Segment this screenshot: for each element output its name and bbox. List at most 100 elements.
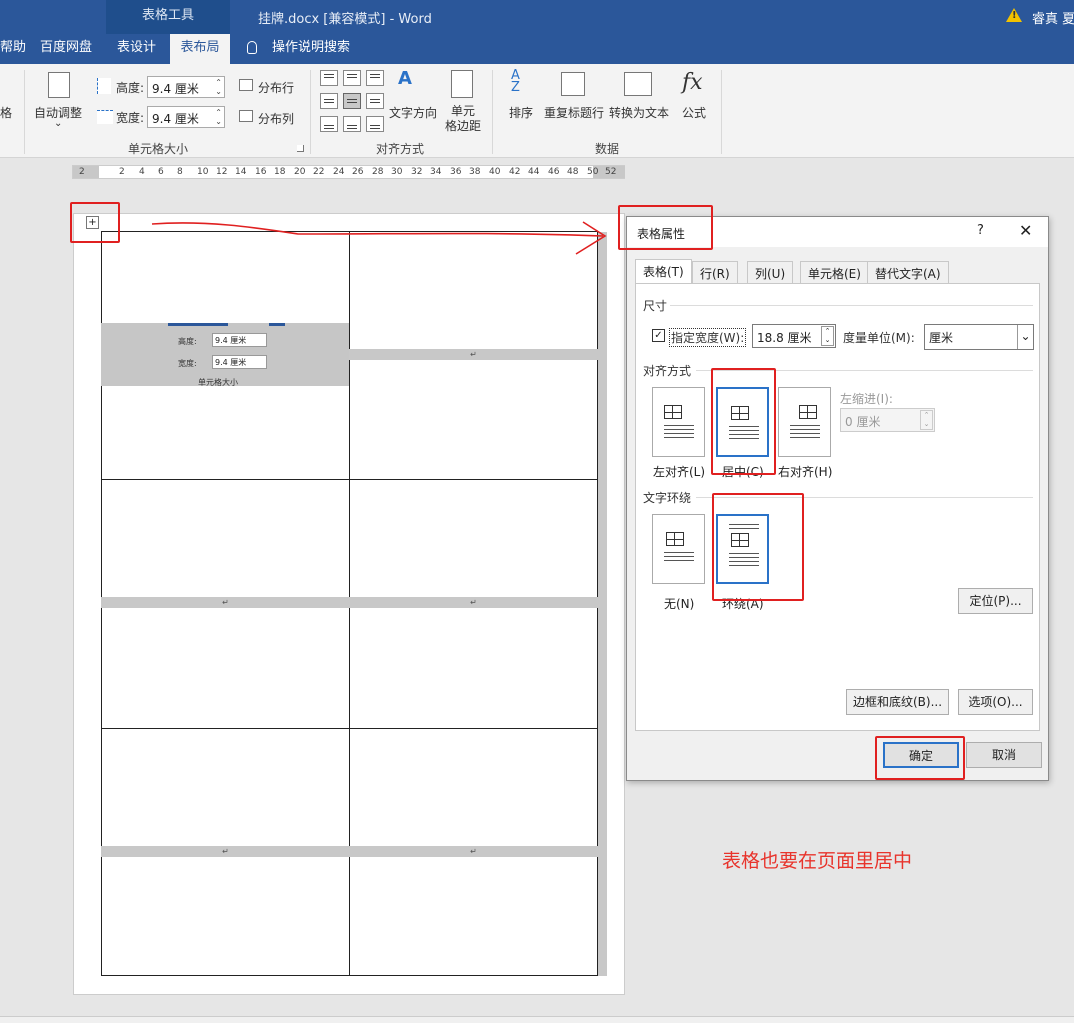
data-group-label: 数据 [595, 142, 620, 156]
tab-column[interactable]: 列(U) [747, 261, 794, 283]
tab-row[interactable]: 行(R) [692, 261, 738, 283]
ruler-tick-label: 22 [313, 167, 325, 177]
text-direction-button[interactable]: 文字方向 [389, 104, 437, 121]
measure-in-label: 度量单位(M): [843, 331, 915, 345]
tell-me-search[interactable]: 操作说明搜索 [268, 34, 354, 64]
highlight-ok-button [875, 736, 965, 780]
ribbon-tabs: 帮助 百度网盘 表设计 表布局 操作说明搜索 [0, 34, 1074, 64]
sort-button[interactable]: 排序 [509, 104, 533, 121]
tab-cell[interactable]: 单元格(E) [800, 261, 869, 283]
align-center-right-button[interactable] [366, 93, 384, 109]
table-properties-dialog: 表格属性 ? ✕ 表格(T) 行(R) 列(U) 单元格(E) 替代文字(A) … [626, 216, 1049, 781]
ribbon-separator [24, 70, 25, 154]
column-width-icon [97, 110, 113, 124]
repeat-header-rows-button[interactable]: 重复标题行 [544, 104, 604, 121]
align-bottom-right-button[interactable] [366, 116, 384, 132]
annotation-text: 表格也要在页面里居中 [722, 850, 913, 872]
table-tools-label: 表格工具 [106, 0, 230, 34]
options-button[interactable]: 选项(O)... [958, 689, 1033, 715]
alignment-section-heading: 对齐方式 [643, 364, 692, 378]
warning-icon[interactable]: ! [1006, 8, 1022, 22]
ruler-tick-label: 40 [489, 167, 501, 177]
tab-baidu-netdisk[interactable]: 百度网盘 [36, 34, 96, 64]
measure-in-select[interactable]: 厘米 ⌄ [924, 324, 1034, 350]
user-name[interactable]: 睿真 夏 [1032, 8, 1074, 27]
distribute-columns-icon [239, 110, 253, 122]
ribbon: 格 自动调整 ⌄ 高度: 9.4 厘米 ⌃ ⌄ 宽度: 9.4 厘米 ⌃ ⌄ 分… [0, 64, 1074, 158]
paragraph-mark: ↵ [101, 846, 350, 857]
preferred-width-spinner[interactable]: ⌃ ⌄ [821, 326, 834, 346]
align-right-label: 右对齐(H) [778, 465, 833, 479]
align-top-right-button[interactable] [366, 70, 384, 86]
ruler-tick-label: 32 [411, 167, 423, 177]
alignment-group-label: 对齐方式 [376, 142, 425, 156]
positioning-button[interactable]: 定位(P)... [958, 588, 1033, 614]
ruler-tick-label: 2 [79, 167, 85, 177]
ruler-tick-label: 16 [255, 167, 267, 177]
align-bottom-left-button[interactable] [320, 116, 338, 132]
ruler-tick-label: 30 [391, 167, 403, 177]
title-bar: 表格工具 挂牌.docx [兼容模式] - Word ! 睿真 夏 [0, 0, 1074, 34]
tab-table-layout[interactable]: 表布局 [170, 34, 230, 64]
size-section-heading: 尺寸 [643, 299, 668, 313]
ruler-tick-label: 18 [274, 167, 286, 177]
align-center-button[interactable] [343, 93, 361, 109]
annotation-arrow [151, 221, 607, 255]
dialog-launcher-icon[interactable] [297, 145, 304, 152]
preferred-width-checkbox[interactable]: ✓ [652, 329, 665, 342]
height-spinner[interactable]: 9.4 厘米 ⌃ ⌄ [147, 76, 225, 98]
document-title: 挂牌.docx [兼容模式] - Word [258, 12, 432, 27]
indent-label: 左缩进(I): [840, 392, 893, 406]
ruler-tick-label: 12 [216, 167, 228, 177]
cut-off-label[interactable]: 格 [0, 104, 12, 121]
formula-icon: fx [682, 70, 703, 95]
ruler-tick-label: 34 [430, 167, 442, 177]
close-button[interactable]: ✕ [1019, 221, 1032, 240]
align-bottom-center-button[interactable] [343, 116, 361, 132]
align-center-left-button[interactable] [320, 93, 338, 109]
paragraph-mark: ↵ [349, 349, 598, 360]
repeat-header-rows-icon [561, 72, 585, 96]
tab-alt-text[interactable]: 替代文字(A) [867, 261, 949, 283]
align-top-center-button[interactable] [343, 70, 361, 86]
ruler-tick-label: 6 [158, 167, 164, 177]
align-top-left-button[interactable] [320, 70, 338, 86]
ribbon-separator [721, 70, 722, 154]
distribute-columns-button[interactable]: 分布列 [258, 110, 294, 127]
width-spinner[interactable]: 9.4 厘米 ⌃ ⌄ [147, 106, 225, 128]
wrap-none-label: 无(N) [664, 597, 695, 611]
ruler-tick-label: 10 [197, 167, 209, 177]
align-left-tile[interactable] [652, 387, 705, 457]
convert-to-text-button[interactable]: 转换为文本 [609, 104, 669, 121]
sort-icon: AZ [511, 68, 520, 95]
status-strip [0, 1016, 1074, 1023]
spinner-arrows[interactable]: ⌃ ⌄ [215, 108, 222, 126]
tab-table-design[interactable]: 表设计 [113, 34, 160, 64]
tab-help[interactable]: 帮助 [0, 34, 30, 64]
distribute-rows-button[interactable]: 分布行 [258, 79, 294, 96]
tab-table[interactable]: 表格(T) [635, 259, 692, 283]
spinner-arrows[interactable]: ⌃ ⌄ [215, 78, 222, 96]
chevron-down-icon[interactable]: ⌄ [1017, 325, 1033, 349]
right-margin-strip [598, 232, 607, 976]
lightbulb-icon [247, 41, 257, 54]
formula-button[interactable]: 公式 [682, 104, 706, 121]
ruler-tick-label: 14 [235, 167, 247, 177]
highlight-wrap-around [712, 493, 804, 601]
preferred-width-label: 指定宽度(W): [669, 328, 747, 347]
indent-spinner: ⌃ ⌄ [920, 410, 933, 430]
wrap-none-tile[interactable] [652, 514, 705, 584]
cancel-button[interactable]: 取消 [966, 742, 1042, 768]
distribute-rows-icon [239, 79, 253, 91]
preferred-width-input[interactable]: 18.8 厘米 ⌃ ⌄ [752, 324, 836, 348]
cell-margins-button[interactable]: 单元 格边距 [445, 104, 481, 134]
borders-shading-button[interactable]: 边框和底纹(B)... [846, 689, 949, 715]
ruler-tick-label: 48 [567, 167, 579, 177]
autofit-icon [48, 72, 70, 98]
paragraph-mark: ↵ [349, 597, 598, 608]
help-button[interactable]: ? [977, 223, 984, 238]
horizontal-ruler[interactable]: 2 2 4 6 8 10 12 14 16 18 20 22 24 26 28 30 32 34 36 38 40 42 4… [72, 165, 625, 179]
autofit-dropdown-arrow[interactable]: ⌄ [54, 118, 62, 129]
ruler-tick-label: 4 [139, 167, 145, 177]
align-right-tile[interactable] [778, 387, 831, 457]
